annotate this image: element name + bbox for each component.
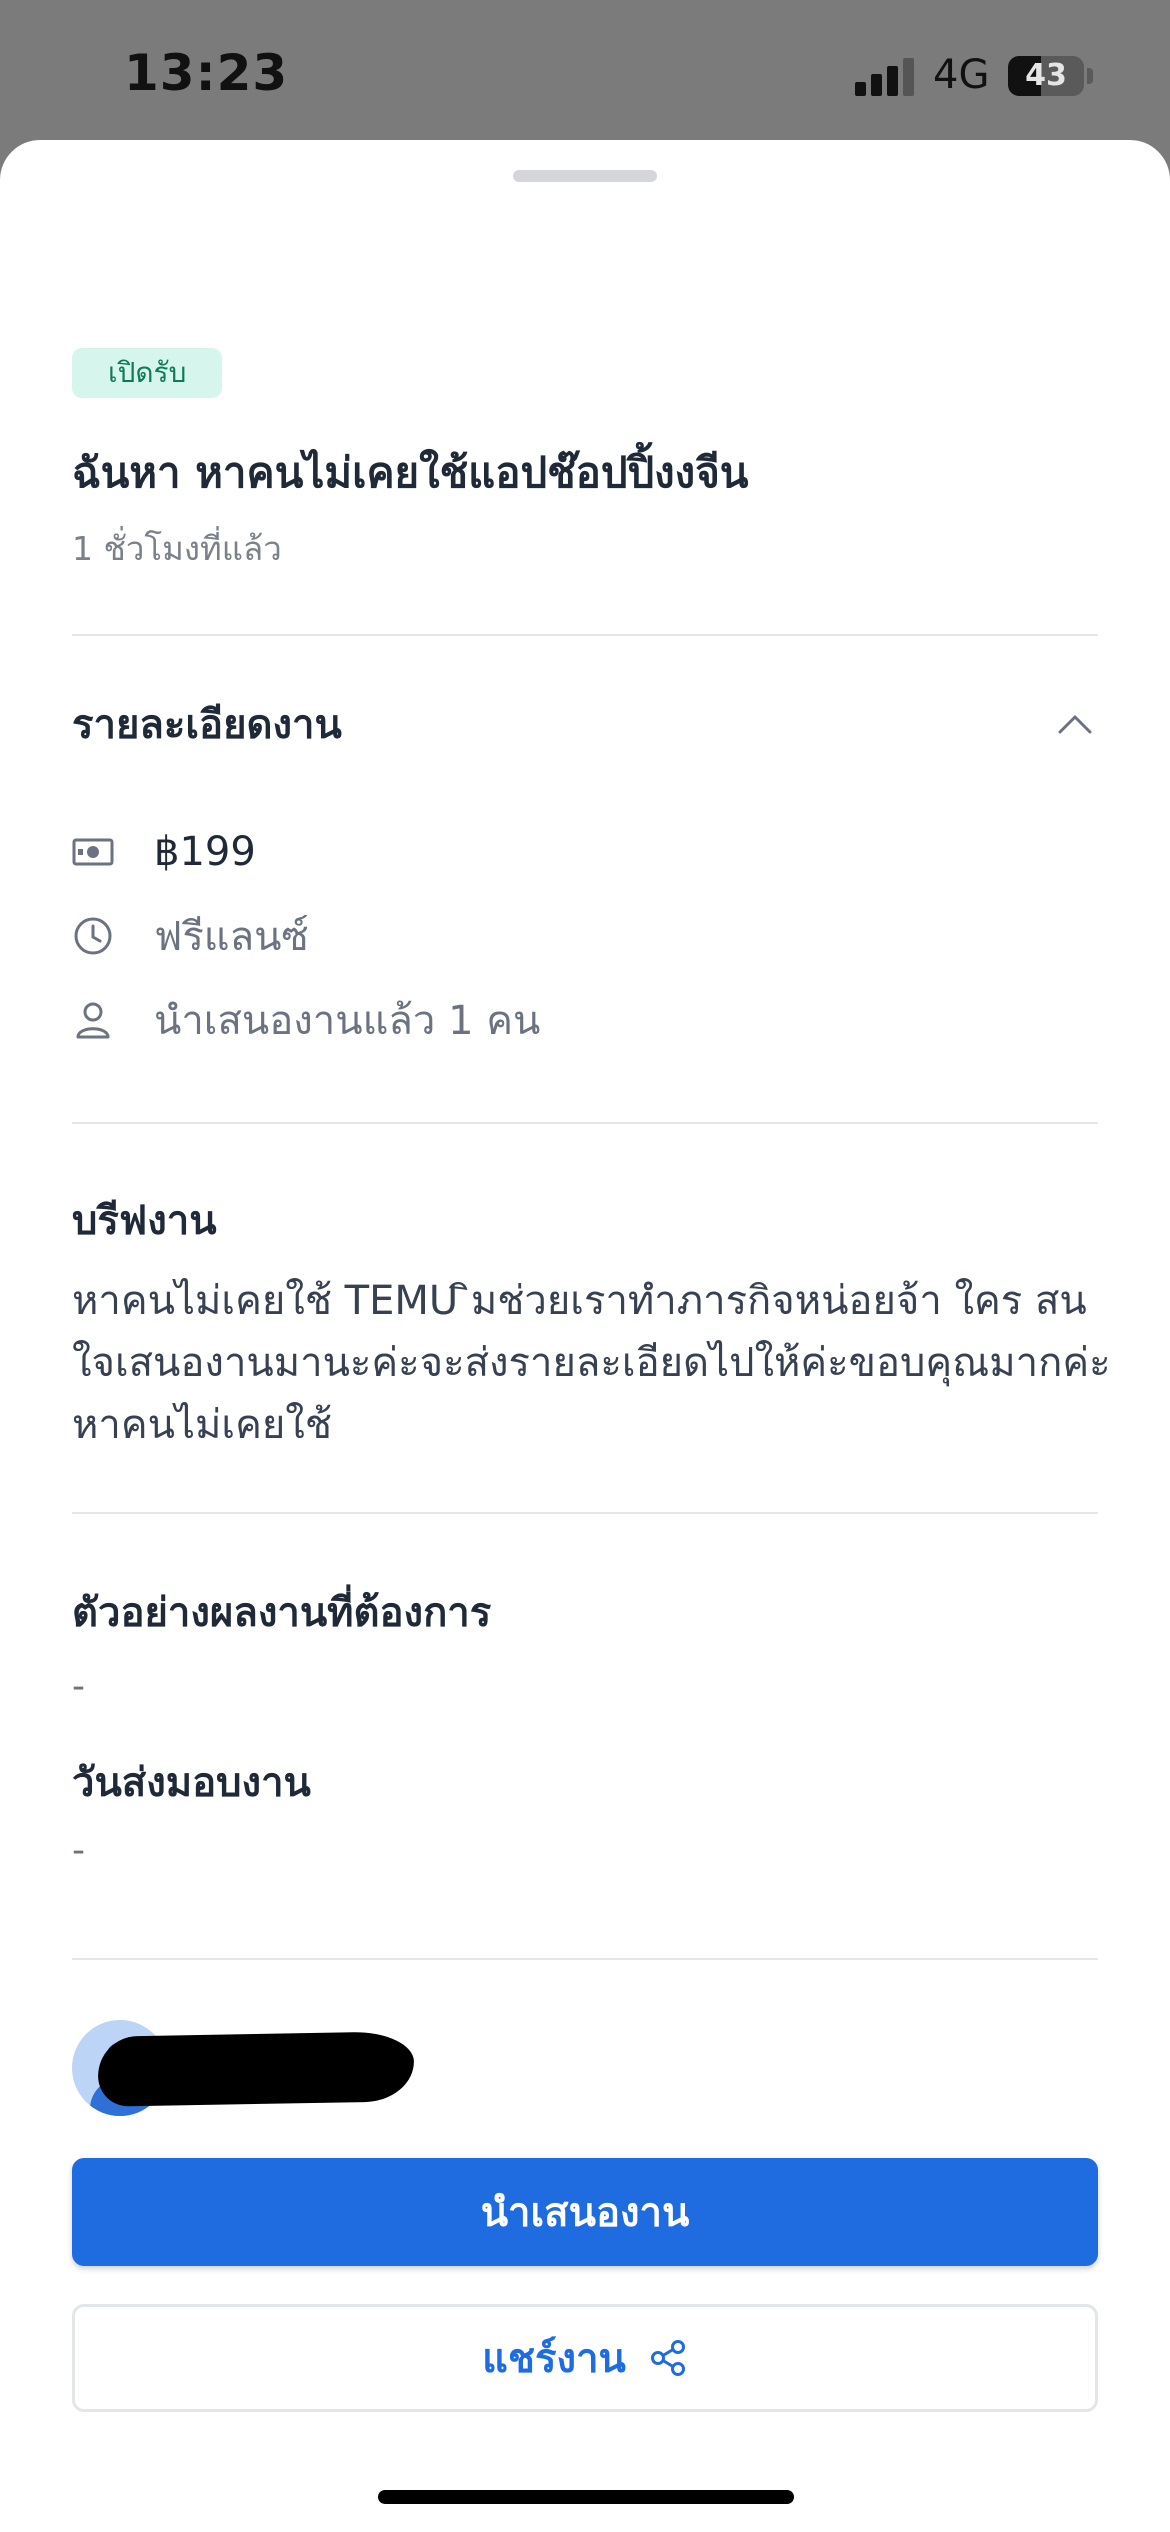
home-indicator bbox=[378, 2490, 794, 2504]
details-header[interactable]: รายละเอียดงาน bbox=[72, 692, 1098, 756]
cash-icon bbox=[72, 838, 114, 866]
divider bbox=[72, 1958, 1098, 1960]
signal-icon bbox=[855, 58, 915, 96]
sample-value: - bbox=[72, 1666, 85, 1707]
redacted-name bbox=[97, 2031, 415, 2107]
job-title: ฉันหา หาคนไม่เคยใช้แอปช๊อปปิ้งงจีน bbox=[72, 448, 749, 497]
posted-time: 1 ชั่วโมงที่แล้ว bbox=[72, 529, 282, 568]
battery-percent: 43 bbox=[1025, 58, 1067, 93]
detail-proposals: นำเสนองานแล้ว 1 คน bbox=[72, 990, 540, 1050]
status-badge: เปิดรับ bbox=[72, 348, 223, 398]
delivery-value: - bbox=[72, 1830, 85, 1871]
battery-icon: 43 bbox=[1008, 56, 1084, 96]
brief-text: หาคนไม่เคยใช้ TEMU ิมช่วยเราทำภารกิจหน่อ… bbox=[72, 1278, 1111, 1448]
share-label: แชร์งาน bbox=[482, 2336, 626, 2382]
propose-button[interactable]: นำเสนองาน bbox=[72, 2158, 1098, 2266]
share-icon bbox=[650, 2340, 685, 2376]
status-bar: 13:23 4G 43 bbox=[0, 0, 1170, 150]
divider bbox=[72, 634, 1098, 636]
brief-header: บรีฟงาน bbox=[72, 1198, 217, 1244]
proposals-count: นำเสนองานแล้ว 1 คน bbox=[154, 998, 541, 1044]
share-button[interactable]: แชร์งาน bbox=[72, 2304, 1098, 2412]
chevron-up-icon[interactable] bbox=[1058, 708, 1092, 742]
detail-price: ฿199 bbox=[72, 822, 256, 882]
battery-tip bbox=[1087, 68, 1093, 84]
delivery-header: วันส่งมอบงาน bbox=[72, 1760, 311, 1806]
status-time: 13:23 bbox=[124, 44, 289, 102]
sheet-grabber[interactable] bbox=[513, 170, 657, 182]
divider bbox=[72, 1122, 1098, 1124]
price-value: ฿199 bbox=[154, 829, 256, 875]
sample-header: ตัวอย่างผลงานที่ต้องการ bbox=[72, 1590, 492, 1636]
network-label: 4G bbox=[933, 52, 990, 98]
job-type-value: ฟรีแลนซ์ bbox=[154, 914, 309, 960]
person-icon bbox=[76, 1002, 110, 1039]
divider bbox=[72, 1512, 1098, 1514]
job-detail-sheet: เปิดรับ ฉันหา หาคนไม่เคยใช้แอปช๊อปปิ้งงจ… bbox=[0, 140, 1170, 2532]
clock-icon bbox=[74, 917, 112, 955]
detail-type: ฟรีแลนซ์ bbox=[72, 906, 309, 966]
